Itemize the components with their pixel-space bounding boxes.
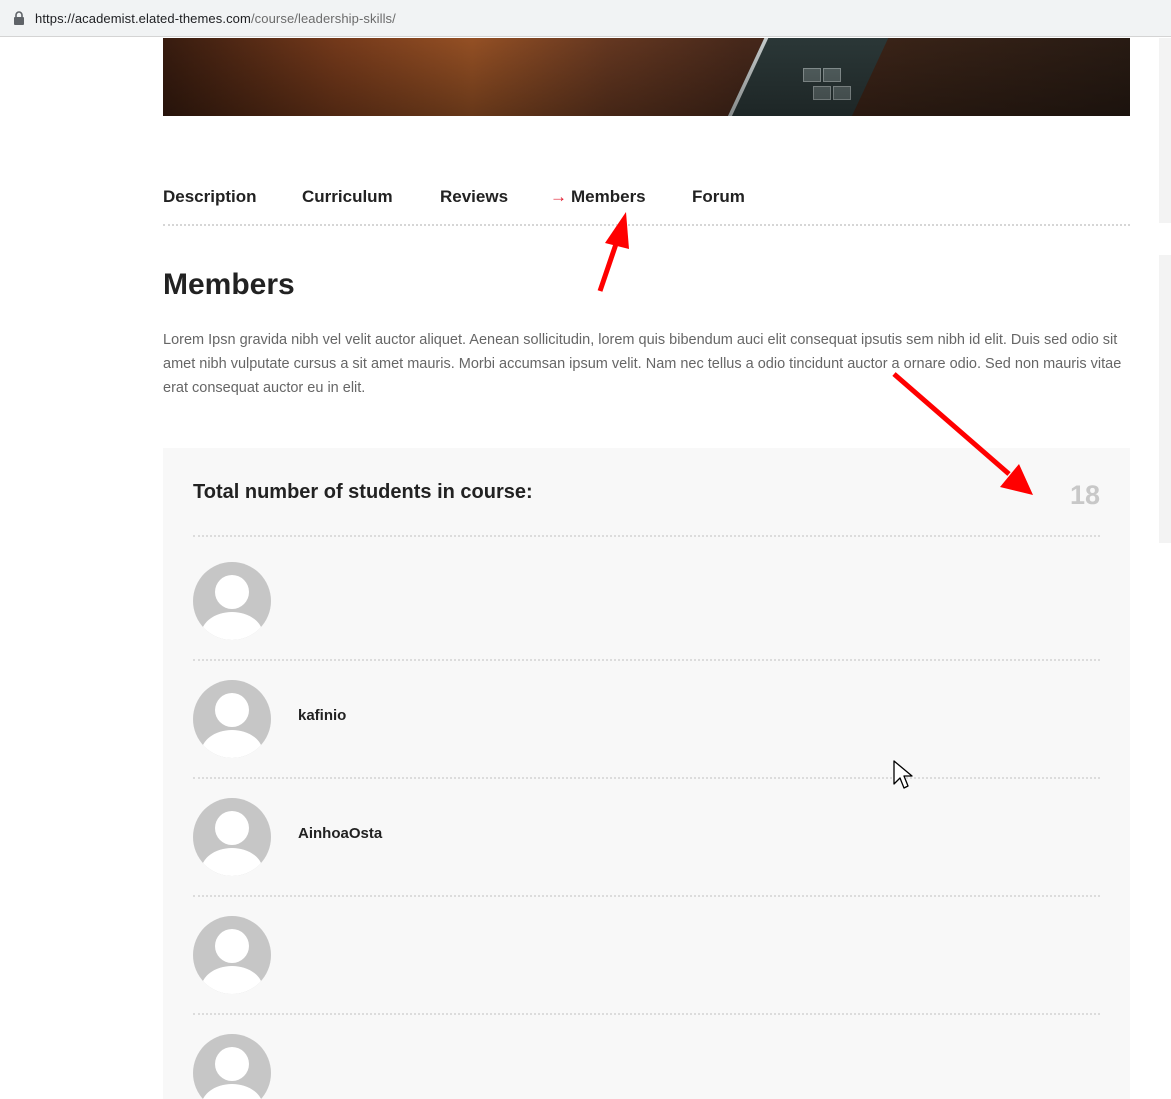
default-avatar-icon[interactable] — [193, 562, 271, 640]
section-title: Members — [163, 268, 295, 301]
browser-address-bar[interactable]: https://academist.elated-themes.com/cour… — [0, 0, 1171, 37]
default-avatar-icon[interactable] — [193, 1034, 271, 1099]
default-avatar-icon[interactable] — [193, 680, 271, 758]
scroll-strip — [1159, 255, 1171, 543]
course-hero-image — [163, 38, 1130, 116]
tab-label: Curriculum — [302, 187, 393, 206]
member-row[interactable] — [193, 536, 1100, 654]
tab-reviews[interactable]: Reviews — [440, 187, 508, 207]
tab-label: Description — [163, 187, 257, 206]
lock-icon — [14, 11, 24, 25]
url-text[interactable]: https://academist.elated-themes.com/cour… — [35, 11, 396, 26]
member-row[interactable] — [193, 890, 1100, 1008]
tab-forum[interactable]: Forum — [692, 187, 745, 207]
mouse-cursor-icon — [893, 760, 913, 789]
url-host: https://academist.elated-themes.com — [35, 11, 251, 26]
default-avatar-icon[interactable] — [193, 798, 271, 876]
total-students-count: 18 — [1069, 480, 1100, 510]
members-panel: Total number of students in course: 18 k… — [163, 448, 1130, 1099]
course-tabs: Description Curriculum Reviews → Members … — [163, 184, 1130, 226]
member-row[interactable]: AinhoaOsta — [193, 772, 1100, 890]
member-name[interactable]: AinhoaOsta — [298, 825, 382, 842]
section-description: Lorem Ipsn gravida nibh vel velit auctor… — [163, 332, 1122, 396]
tab-members[interactable]: → Members — [550, 187, 646, 207]
tab-label: Forum — [692, 187, 745, 206]
image-shade — [163, 38, 1130, 116]
member-row[interactable] — [193, 1008, 1100, 1099]
tab-label: Reviews — [440, 187, 509, 206]
member-name[interactable]: kafinio — [298, 707, 346, 724]
url-path: /course/leadership-skills/ — [250, 11, 396, 26]
tab-label: Members — [571, 187, 646, 206]
active-arrow-icon: → — [550, 187, 567, 206]
total-students-label: Total number of students in course: — [193, 481, 533, 503]
tab-curriculum[interactable]: Curriculum — [302, 187, 393, 207]
scroll-strip — [1159, 38, 1171, 223]
tab-description[interactable]: Description — [163, 187, 257, 207]
member-row[interactable]: kafinio — [193, 654, 1100, 772]
default-avatar-icon[interactable] — [193, 916, 271, 994]
